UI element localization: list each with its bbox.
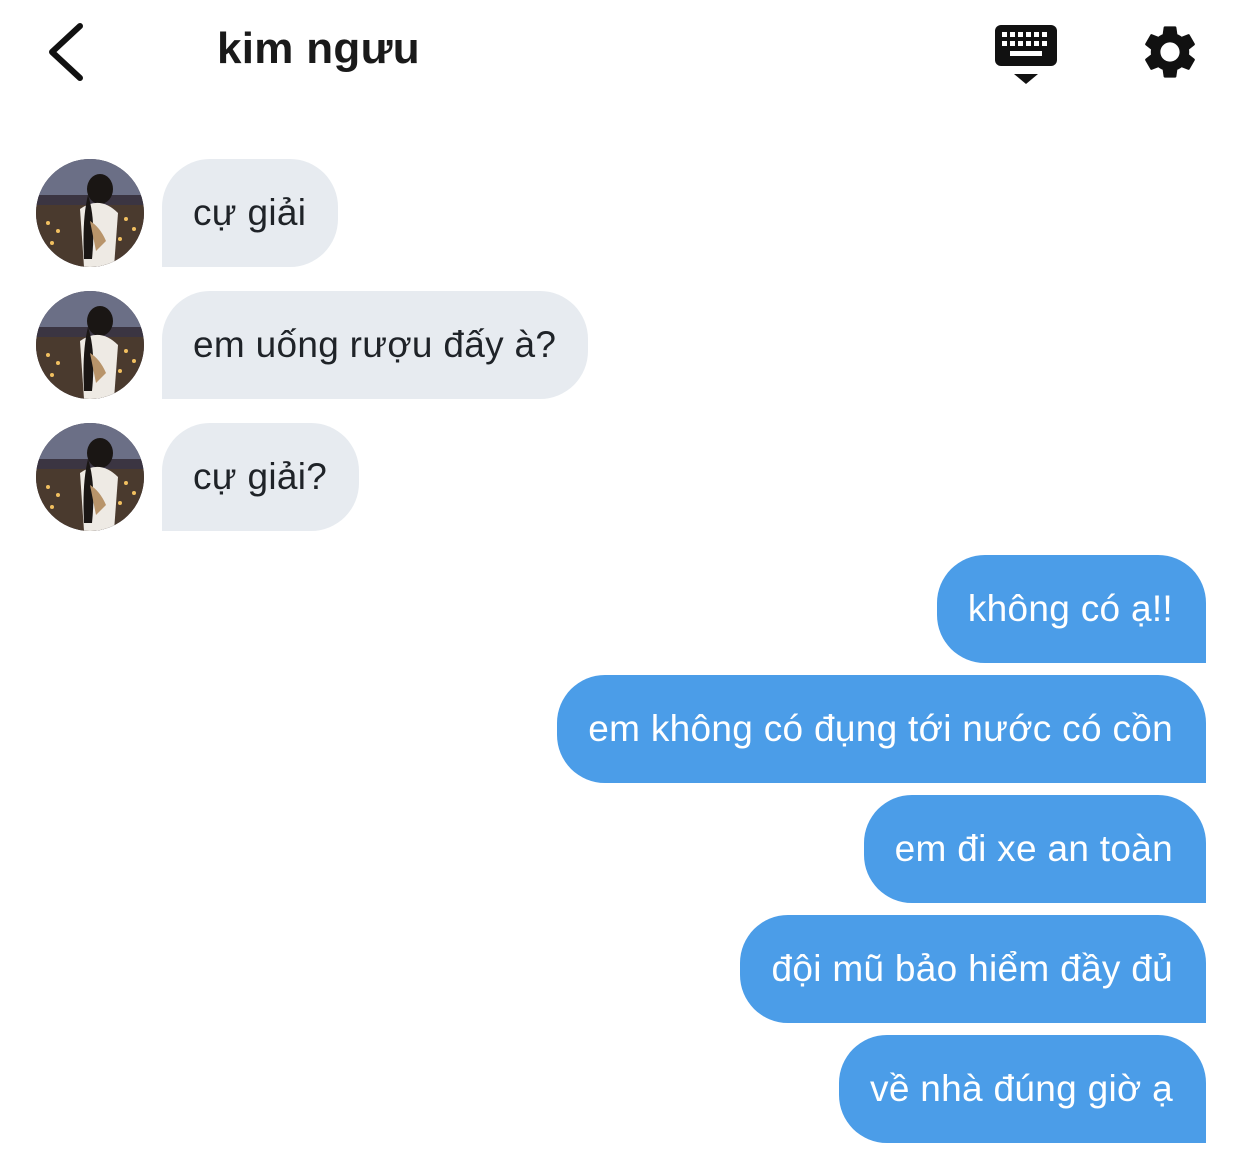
outgoing-message-bubble: đội mũ bảo hiểm đầy đủ — [740, 915, 1206, 1023]
outgoing-message-bubble: về nhà đúng giờ ạ — [839, 1035, 1206, 1143]
keyboard-hide-icon — [995, 25, 1057, 84]
back-button[interactable] — [40, 20, 96, 84]
outgoing-message-bubble: em đi xe an toàn — [863, 795, 1206, 903]
outgoing-message-bubble: em không có đụng tới nước có cồn — [557, 675, 1206, 783]
avatar[interactable] — [36, 291, 144, 399]
incoming-message-bubble: em uống rượu đấy à? — [162, 291, 589, 399]
gear-icon — [1145, 26, 1195, 78]
incoming-message-bubble: cự giải? — [162, 423, 360, 531]
settings-button[interactable] — [1138, 20, 1202, 84]
chat-header: kim ngưu — [0, 0, 1242, 110]
keyboard-toggle-button[interactable] — [993, 22, 1059, 86]
incoming-message-bubble: cự giải — [162, 159, 339, 267]
avatar[interactable] — [36, 423, 144, 531]
chat-title: kim ngưu — [217, 24, 420, 73]
avatar[interactable] — [36, 159, 144, 267]
chevron-left-icon — [49, 23, 83, 81]
outgoing-message-bubble: không có ạ!! — [936, 555, 1206, 663]
